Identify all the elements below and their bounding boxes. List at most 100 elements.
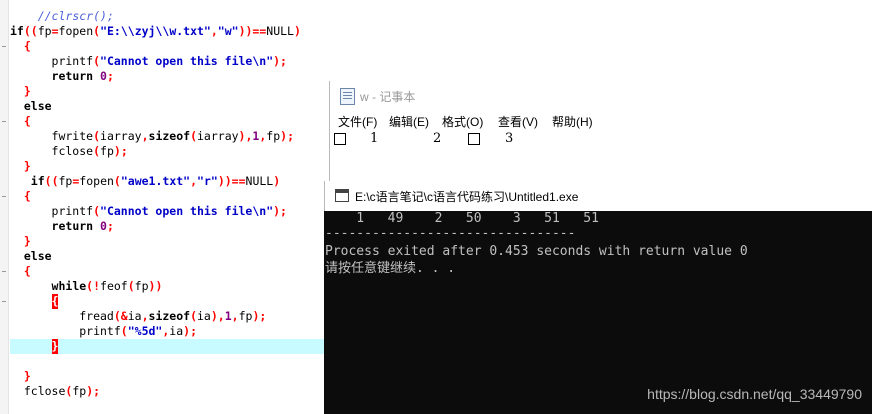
code-token: ( (127, 279, 135, 293)
code-token: } (23, 369, 31, 383)
code-line: { (10, 114, 31, 129)
code-token: ))== (217, 174, 246, 188)
code-token: ) (293, 24, 301, 38)
menu-file[interactable]: 文件(F) (338, 113, 377, 130)
code-token: iarray (197, 129, 239, 143)
code-token: if (10, 24, 24, 38)
code-line: } (10, 369, 31, 384)
code-token: ); (280, 129, 294, 143)
notepad-window[interactable]: w - 记事本 文件(F) 编辑(E) 格式(O) 查看(V) 帮助(H) 1 … (329, 81, 872, 181)
code-token: //clrscr(); (37, 9, 114, 23)
code-token: , (231, 309, 239, 323)
watermark-text: https://blog.csdn.net/qq_33449790 (647, 386, 862, 402)
code-token: ); (183, 324, 197, 338)
code-token: "w" (217, 24, 239, 38)
code-token: } (23, 234, 31, 248)
console-title-bar[interactable]: E:\c语言笔记\c语言代码练习\Untitled1.exe (324, 181, 872, 211)
code-token: 0 (100, 69, 107, 83)
fold-marker (2, 271, 6, 272)
code-token: fp (37, 24, 52, 38)
notepad-title-bar[interactable]: w - 记事本 (330, 81, 872, 111)
menu-view[interactable]: 查看(V) (498, 113, 538, 130)
code-token: , (190, 174, 198, 188)
code-token: fp (238, 309, 253, 323)
code-line: if((fp=fopen("awe1.txt","r"))==NULL) (10, 174, 280, 189)
code-token: NULL (245, 174, 274, 188)
menu-help[interactable]: 帮助(H) (552, 113, 593, 130)
code-token: ( (93, 144, 101, 158)
code-token: ( (190, 309, 197, 323)
code-token: "awe1.txt" (120, 174, 191, 188)
code-line: return 0; (10, 219, 114, 234)
notepad-text-area[interactable]: 1 2 3 (330, 131, 872, 181)
code-token: else (23, 99, 52, 113)
code-token: return (51, 219, 94, 233)
code-line: } (10, 84, 31, 99)
code-token: ( (93, 129, 101, 143)
code-token: { (23, 264, 31, 278)
console-line: 请按任意键继续. . . (325, 261, 456, 276)
unprintable-char-box (334, 133, 346, 145)
notepad-icon (340, 88, 355, 105)
code-token: ( (120, 324, 128, 338)
code-token: (& (113, 309, 128, 323)
code-token: ); (273, 204, 287, 218)
menu-format[interactable]: 格式(O) (442, 113, 483, 130)
code-token: else (23, 249, 52, 263)
code-token: printf (10, 324, 121, 338)
console-output[interactable]: 1 49 2 50 3 51 51 ----------------------… (324, 211, 872, 414)
code-token: ))== (238, 24, 267, 38)
code-token: if (30, 174, 45, 188)
code-token: sizeof (148, 309, 191, 323)
code-line: { (10, 294, 59, 309)
fold-marker (2, 196, 6, 197)
code-token: ( (113, 174, 121, 188)
code-line: { (10, 189, 31, 204)
menu-edit[interactable]: 编辑(E) (389, 113, 429, 130)
code-line: printf("Cannot open this file\n"); (10, 54, 287, 69)
code-token: , (210, 24, 218, 38)
code-token: ; (106, 219, 114, 233)
code-token: 1 (224, 309, 232, 323)
code-token: "%5d" (127, 324, 163, 338)
code-line: fclose(fp); (10, 144, 128, 159)
code-line: //clrscr(); (10, 9, 114, 24)
code-token: ; (106, 69, 114, 83)
code-token: (( (44, 174, 59, 188)
code-token: ) (273, 174, 281, 188)
code-line: return 0; (10, 69, 114, 84)
code-token: , (141, 309, 149, 323)
console-window[interactable]: E:\c语言笔记\c语言代码练习\Untitled1.exe 1 49 2 50… (324, 181, 872, 414)
code-line: { (10, 264, 31, 279)
console-line: -------------------------------- (325, 226, 576, 241)
code-token: fwrite (10, 129, 94, 143)
code-line: { (10, 39, 31, 54)
code-token: ); (252, 309, 267, 323)
code-token: fp (58, 174, 73, 188)
code-token: ); (86, 384, 101, 398)
code-token: fp (72, 384, 87, 398)
code-line: } (10, 234, 31, 249)
code-token: ia (169, 324, 184, 338)
code-token: fopen (79, 174, 114, 188)
fold-marker (2, 121, 6, 122)
code-line: fwrite(iarray,sizeof(iarray),1,fp); (10, 129, 294, 144)
code-token: 0 (100, 219, 107, 233)
unprintable-char-box (468, 133, 480, 145)
editor-gutter (0, 0, 9, 414)
notepad-digit: 3 (505, 131, 514, 146)
notepad-menu-bar: 文件(F) 编辑(E) 格式(O) 查看(V) 帮助(H) (330, 111, 872, 131)
code-line: if((fp=fopen("E:\\zyj\\w.txt","w"))==NUL… (10, 24, 301, 39)
code-line: fread(&ia,sizeof(ia),1,fp); (10, 309, 266, 324)
